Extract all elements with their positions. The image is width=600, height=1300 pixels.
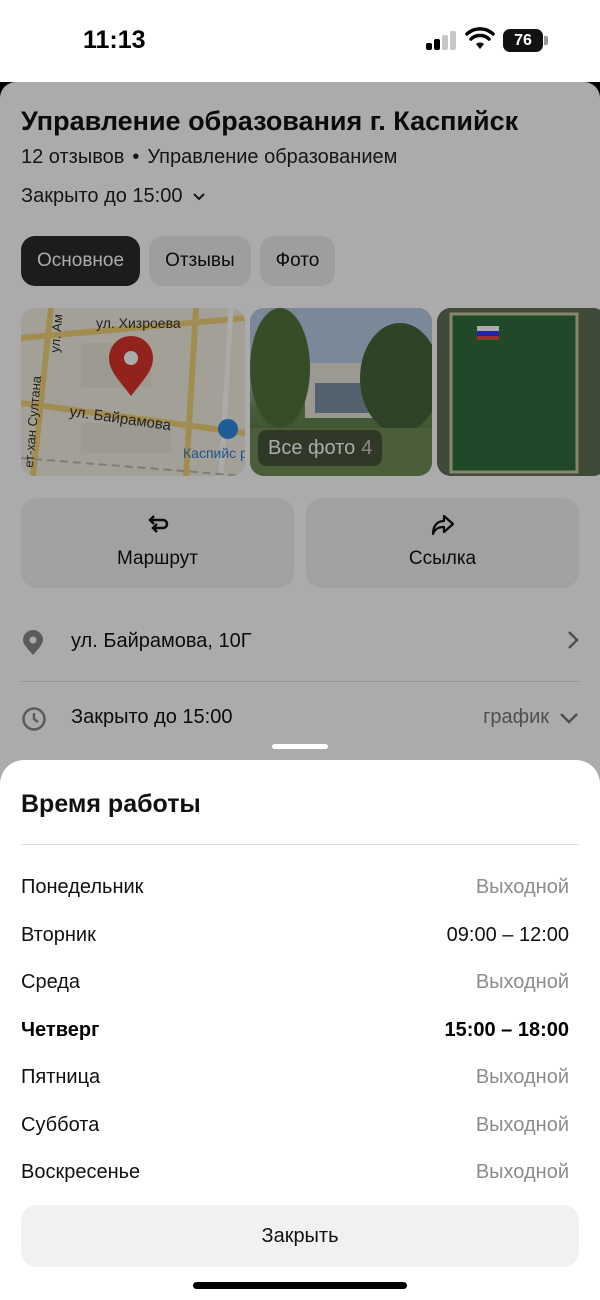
schedule-list: Понедельник Выходной Вторник 09:00 – 12:00… xyxy=(21,864,569,1197)
day-hours: 09:00 – 12:00 xyxy=(446,923,569,946)
day-hours: Выходной xyxy=(475,1113,569,1136)
status-bar: 11:13 76 xyxy=(0,0,600,82)
working-hours-sheet: Время работы Понедельник Выходной Вторник… xyxy=(0,760,600,1300)
day-name: Суббота xyxy=(21,1113,100,1136)
day-hours: Выходной xyxy=(475,876,569,899)
divider xyxy=(21,844,579,845)
schedule-day: Вторник 09:00 – 12:00 xyxy=(21,912,569,960)
day-name: Вторник xyxy=(21,923,96,946)
day-name: Понедельник xyxy=(21,876,144,899)
schedule-day: Среда Выходной xyxy=(21,959,569,1007)
schedule-day-today: Четверг 15:00 – 18:00 xyxy=(21,1007,569,1055)
wifi-icon xyxy=(465,27,495,49)
day-hours: Выходной xyxy=(475,971,569,994)
schedule-day: Пятница Выходной xyxy=(21,1054,569,1102)
day-name: Воскресенье xyxy=(21,1161,141,1184)
cellular-signal-icon xyxy=(426,30,456,50)
status-time: 11:13 xyxy=(83,26,146,54)
home-indicator[interactable] xyxy=(193,1282,407,1289)
day-name: Среда xyxy=(21,971,81,994)
schedule-day: Понедельник Выходной xyxy=(21,864,569,912)
close-button[interactable]: Закрыть xyxy=(21,1205,579,1267)
day-name: Пятница xyxy=(21,1066,101,1089)
schedule-day: Воскресенье Выходной xyxy=(21,1149,569,1197)
day-hours: Выходной xyxy=(475,1161,569,1184)
day-hours: Выходной xyxy=(475,1066,569,1089)
sheet-title: Время работы xyxy=(21,790,201,818)
sheet-grabber[interactable] xyxy=(272,744,328,749)
day-name: Четверг xyxy=(21,1018,100,1041)
schedule-day: Суббота Выходной xyxy=(21,1102,569,1150)
day-hours: 15:00 – 18:00 xyxy=(444,1018,569,1041)
battery-icon: 76 xyxy=(503,29,548,52)
battery-level: 76 xyxy=(503,29,543,52)
